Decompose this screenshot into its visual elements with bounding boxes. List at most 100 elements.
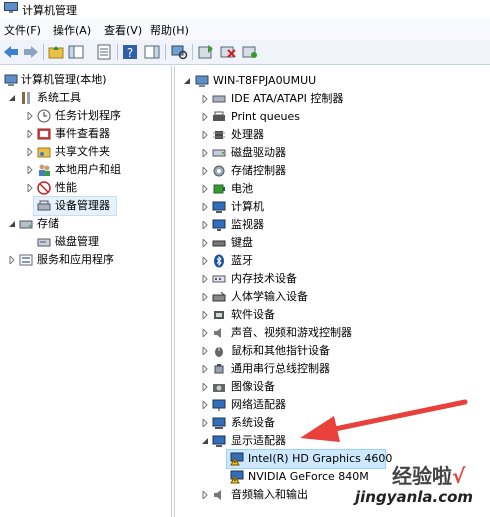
- device-category-batteries[interactable]: 电池: [175, 180, 485, 198]
- category-label: 声音、视频和游戏控制器: [231, 326, 352, 339]
- tree-item-computer-management[interactable]: 计算机管理(本地): [0, 71, 170, 89]
- properties-icon[interactable]: [95, 43, 113, 61]
- device-category-bluetooth[interactable]: 蓝牙: [175, 252, 485, 270]
- tree-item-task-scheduler[interactable]: 任务计划程序: [0, 107, 170, 125]
- collapsed-triangle-icon[interactable]: [201, 401, 209, 409]
- collapsed-triangle-icon[interactable]: [26, 130, 34, 138]
- show-hide-action-pane-icon[interactable]: [143, 43, 161, 61]
- window-title: 计算机管理: [22, 4, 77, 17]
- device-category-usb[interactable]: 通用串行总线控制器: [175, 360, 485, 378]
- device-category-monitors[interactable]: 监视器: [175, 216, 485, 234]
- uninstall-device-icon[interactable]: [219, 43, 237, 61]
- tree-item-local-users[interactable]: 本地用户和组: [0, 161, 170, 179]
- collapsed-triangle-icon[interactable]: [201, 275, 209, 283]
- device-category-processors[interactable]: 处理器: [175, 126, 485, 144]
- show-hide-tree-icon[interactable]: [67, 43, 85, 61]
- speaker-icon: [214, 328, 221, 338]
- disk-management-icon: [37, 238, 51, 247]
- tree-item-performance[interactable]: 性能: [0, 179, 170, 197]
- title-bar: 计算机管理: [0, 0, 490, 18]
- disk-drive-icon: [212, 149, 226, 157]
- enable-device-icon[interactable]: [241, 43, 259, 61]
- device-category-print-queues[interactable]: Print queues: [175, 108, 485, 126]
- computer-icon: [212, 201, 226, 213]
- up-folder-icon[interactable]: [47, 43, 65, 61]
- collapsed-triangle-icon[interactable]: [201, 365, 209, 373]
- collapsed-triangle-icon[interactable]: [201, 293, 209, 301]
- device-category-computer[interactable]: 计算机: [175, 198, 485, 216]
- device-category-sound-video[interactable]: 声音、视频和游戏控制器: [175, 324, 485, 342]
- expanded-triangle-icon[interactable]: [183, 77, 191, 85]
- collapsed-triangle-icon[interactable]: [201, 239, 209, 247]
- performance-icon: [37, 181, 51, 195]
- menu-view[interactable]: 查看(V): [104, 22, 142, 38]
- root-label: WIN-T8FPJA0UMUU: [213, 74, 317, 87]
- collapsed-triangle-icon[interactable]: [26, 166, 34, 174]
- device-category-disk-drives[interactable]: 磁盘驱动器: [175, 144, 485, 162]
- collapsed-triangle-icon[interactable]: [201, 95, 209, 103]
- computer-icon: [195, 75, 209, 87]
- collapsed-triangle-icon[interactable]: [201, 149, 209, 157]
- help-icon[interactable]: ?: [121, 43, 139, 61]
- tree-item-label: 设备管理器: [55, 199, 110, 212]
- device-category-storage-controllers[interactable]: 存储控制器: [175, 162, 485, 180]
- watermark-url: jingyanla.com: [355, 488, 474, 506]
- tree-item-system-tools[interactable]: 系统工具: [0, 89, 170, 107]
- device-category-software-devices[interactable]: 软件设备: [175, 306, 485, 324]
- device-category-mice[interactable]: 鼠标和其他指针设备: [175, 342, 485, 360]
- collapsed-triangle-icon[interactable]: [201, 311, 209, 319]
- collapsed-triangle-icon[interactable]: [201, 491, 209, 499]
- device-category-imaging[interactable]: 图像设备: [175, 378, 485, 396]
- category-label: 显示适配器: [231, 434, 286, 447]
- tree-item-storage[interactable]: 存储: [0, 215, 170, 233]
- collapsed-triangle-icon[interactable]: [201, 185, 209, 193]
- back-arrow-icon[interactable]: [2, 43, 20, 61]
- expanded-triangle-icon[interactable]: [201, 437, 209, 445]
- services-icon: [19, 254, 33, 266]
- menu-help[interactable]: 帮助(H): [150, 22, 189, 38]
- device-label: NVIDIA GeForce 840M: [248, 470, 369, 483]
- tree-item-label: 性能: [55, 181, 77, 194]
- collapsed-triangle-icon[interactable]: [201, 347, 209, 355]
- tree-item-disk-management[interactable]: 磁盘管理: [0, 233, 170, 251]
- category-label: 网络适配器: [231, 398, 286, 411]
- tree-item-event-viewer[interactable]: 事件查看器: [0, 125, 170, 143]
- collapsed-triangle-icon[interactable]: [201, 257, 209, 265]
- display-adapter-icon: [212, 435, 226, 447]
- forward-arrow-icon[interactable]: [22, 43, 40, 61]
- collapsed-triangle-icon[interactable]: [201, 221, 209, 229]
- device-category-hid[interactable]: 人体学输入设备: [175, 288, 485, 306]
- menu-file[interactable]: 文件(F): [4, 22, 41, 38]
- device-category-memory-tech[interactable]: 内存技术设备: [175, 270, 485, 288]
- device-category-keyboards[interactable]: 键盘: [175, 234, 485, 252]
- toolbar-separator: [117, 44, 118, 60]
- tree-item-device-manager[interactable]: 设备管理器: [33, 196, 117, 216]
- collapsed-triangle-icon[interactable]: [201, 419, 209, 427]
- tree-item-label: 存储: [37, 217, 59, 230]
- collapsed-triangle-icon[interactable]: [26, 148, 34, 156]
- collapsed-triangle-icon[interactable]: [201, 167, 209, 175]
- tree-item-label: 磁盘管理: [55, 235, 99, 248]
- watermark-text: 经验啦: [392, 464, 452, 488]
- expanded-triangle-icon[interactable]: [8, 94, 16, 102]
- collapsed-triangle-icon[interactable]: [26, 112, 34, 120]
- device-tree-root[interactable]: WIN-T8FPJA0UMUU: [175, 72, 485, 90]
- scan-hardware-icon[interactable]: [170, 43, 188, 61]
- collapsed-triangle-icon[interactable]: [201, 113, 209, 121]
- collapsed-triangle-icon[interactable]: [201, 383, 209, 391]
- hid-icon: [212, 291, 226, 302]
- collapsed-triangle-icon[interactable]: [26, 184, 34, 192]
- processor-icon: [213, 131, 225, 139]
- menu-action[interactable]: 操作(A): [53, 22, 91, 38]
- printer-icon: [213, 111, 225, 121]
- tree-item-label: 共享文件夹: [55, 145, 110, 158]
- update-driver-icon[interactable]: [197, 43, 215, 61]
- collapsed-triangle-icon[interactable]: [201, 203, 209, 211]
- collapsed-triangle-icon[interactable]: [201, 329, 209, 337]
- tree-item-services-apps[interactable]: 服务和应用程序: [0, 251, 170, 269]
- device-category-ide[interactable]: IDE ATA/ATAPI 控制器: [175, 90, 485, 108]
- tree-item-shared-folders[interactable]: 共享文件夹: [0, 143, 170, 161]
- collapsed-triangle-icon[interactable]: [201, 131, 209, 139]
- collapsed-triangle-icon[interactable]: [8, 256, 16, 264]
- expanded-triangle-icon[interactable]: [8, 220, 16, 228]
